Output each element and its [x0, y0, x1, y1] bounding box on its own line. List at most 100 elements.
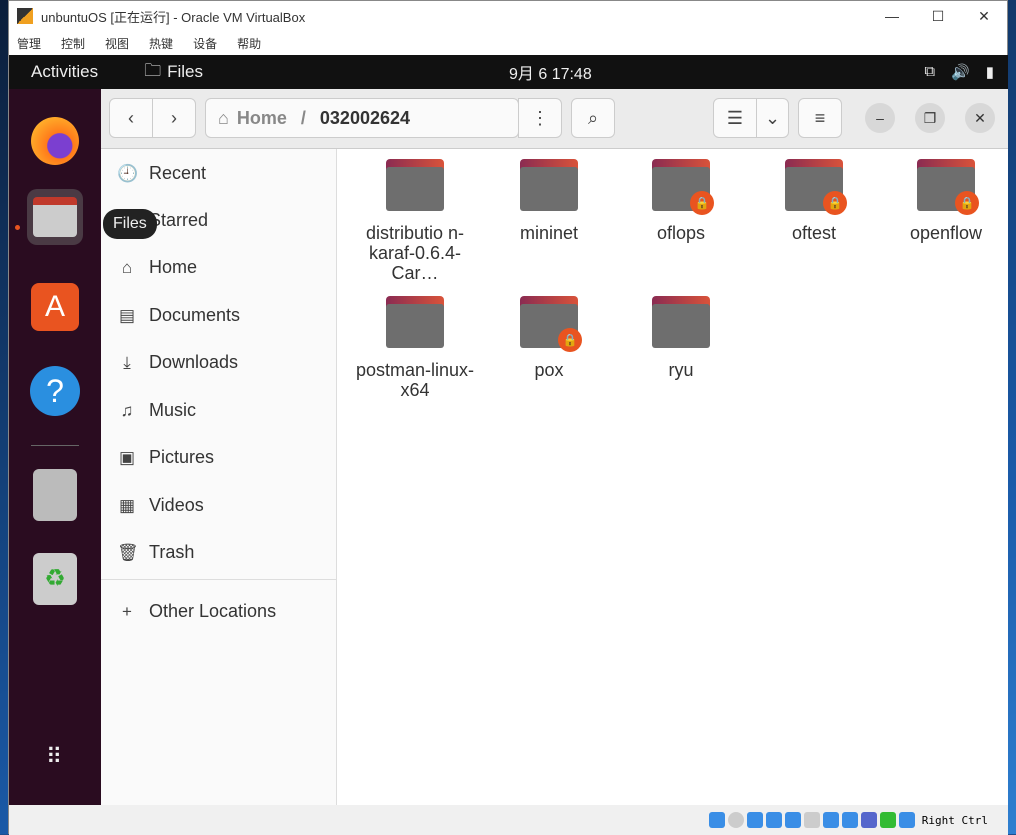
sidebar-item-label: Home: [149, 257, 198, 277]
menu-view[interactable]: 视图: [105, 35, 129, 52]
minimize-button[interactable]: —: [869, 8, 915, 25]
back-button[interactable]: ‹: [109, 98, 153, 138]
folder-item[interactable]: postman-linux-x64: [355, 296, 475, 400]
home-icon: ⌂: [121, 257, 133, 277]
title-bar: unbuntuOS [正在运行] - Oracle VM VirtualBox …: [9, 1, 1007, 31]
folder-item[interactable]: 🔒 oflops: [621, 159, 741, 243]
folder-name: openflow: [909, 223, 983, 243]
clock-icon: 🕘: [117, 163, 139, 183]
disc-icon[interactable]: [27, 467, 83, 523]
menu-help[interactable]: 帮助: [237, 35, 261, 52]
folder-item[interactable]: ryu: [621, 296, 741, 380]
sidebar-item-downloads[interactable]: ⤓ Downloads: [117, 352, 238, 373]
search-icon: ⌕: [587, 107, 599, 128]
sidebar-item-pictures[interactable]: ▣ Pictures: [117, 447, 214, 468]
restore-window-button[interactable]: ❐: [915, 103, 945, 133]
optical-icon[interactable]: [727, 812, 744, 828]
sidebar-item-label: Starred: [149, 210, 209, 230]
sidebar-item-trash[interactable]: 🗑 Trash: [117, 542, 194, 563]
folder-item[interactable]: mininet: [489, 159, 609, 243]
sidebar-divider: [101, 579, 337, 580]
picture-icon: ▣: [118, 447, 136, 467]
menu-devices[interactable]: 设备: [193, 35, 217, 52]
volume-icon: 🔊: [951, 64, 970, 81]
folder-name: ryu: [668, 360, 694, 380]
menu-manage[interactable]: 管理: [17, 35, 41, 52]
minimize-window-button[interactable]: –: [865, 103, 895, 133]
folder-name: postman-linux-x64: [355, 360, 475, 400]
path-home[interactable]: Home: [237, 108, 287, 129]
folder-icon: 🔒: [917, 159, 979, 215]
lock-icon: 🔒: [955, 191, 979, 215]
gnome-top-bar: Activities 🗀 Files 9月 6 17:48 ⧉ 🔊 ▮: [9, 55, 1008, 89]
path-bar[interactable]: ⌂ Home / 032002624: [205, 98, 519, 138]
sidebar-item-home[interactable]: ⌂ Home: [117, 257, 197, 278]
sidebar-item-recent[interactable]: 🕘 Recent: [117, 163, 206, 184]
document-icon: ▤: [118, 305, 136, 325]
main-menu-button[interactable]: ≡: [798, 98, 842, 138]
software-icon[interactable]: A: [27, 279, 83, 335]
lock-icon: 🔒: [690, 191, 714, 215]
download-icon: ⤓: [123, 352, 131, 372]
audio-icon[interactable]: [746, 812, 763, 828]
forward-button[interactable]: ›: [152, 98, 196, 138]
chevron-down-icon: ⌄: [764, 107, 781, 128]
path-current[interactable]: 032002624: [320, 108, 410, 129]
trash-dock-icon[interactable]: ♻: [27, 551, 83, 607]
folder-item[interactable]: distributio n-karaf-0.6.4-Car…: [355, 159, 475, 283]
path-menu-button[interactable]: ⋮: [518, 98, 562, 138]
display-icon[interactable]: [822, 812, 839, 828]
folder-icon: 🔒: [652, 159, 714, 215]
close-window-button[interactable]: ✕: [965, 103, 995, 133]
folder-name: distributio n-karaf-0.6.4-Car…: [365, 223, 465, 283]
folder-item[interactable]: 🔒 oftest: [754, 159, 874, 243]
virtualbox-window: unbuntuOS [正在运行] - Oracle VM VirtualBox …: [8, 0, 1008, 835]
home-icon: ⌂: [218, 107, 229, 128]
list-view-button[interactable]: ☰: [713, 98, 757, 138]
running-indicator: [15, 225, 20, 230]
view-options-button[interactable]: ⌄: [756, 98, 789, 138]
folder-item[interactable]: 🔒 openflow: [886, 159, 1006, 243]
list-icon: ☰: [726, 107, 744, 128]
files-window: ‹ › ⌂ Home / 032002624 ⋮ ⌕ ☰ ⌄ ≡ – ❐ ✕ 🕘…: [101, 89, 1008, 805]
vt-icon[interactable]: [860, 812, 877, 828]
clock[interactable]: 9月 6 17:48: [509, 60, 592, 84]
usb-icon[interactable]: [784, 812, 801, 828]
system-tray[interactable]: ⧉ 🔊 ▮: [924, 63, 994, 81]
dock-separator: [31, 445, 79, 446]
menu-hotkeys[interactable]: 热键: [149, 35, 173, 52]
maximize-button[interactable]: ☐: [915, 8, 961, 25]
folder-icon: [386, 296, 444, 348]
folder-name: oflops: [656, 223, 706, 243]
mouse-integration-icon[interactable]: [898, 812, 915, 828]
firefox-icon[interactable]: [27, 113, 83, 169]
sidebar-item-music[interactable]: ♫ Music: [117, 400, 196, 421]
files-icon[interactable]: [27, 189, 83, 245]
folder-icon: 🔒: [785, 159, 847, 215]
folder-item[interactable]: 🔒 pox: [489, 296, 609, 380]
virtualbox-icon: [17, 8, 33, 24]
sidebar-item-other-locations[interactable]: + Other Locations: [117, 601, 276, 622]
search-button[interactable]: ⌕: [571, 98, 615, 138]
sidebar-item-label: Videos: [149, 495, 204, 515]
sidebar-item-label: Music: [149, 400, 197, 420]
network-status-icon[interactable]: [765, 812, 782, 828]
sidebar-item-videos[interactable]: ▦ Videos: [117, 495, 204, 516]
folder-icon: 🔒: [520, 296, 582, 352]
network-icon: ⧉: [924, 63, 936, 80]
places-sidebar: 🕘Recent★Starred⌂Home▤Documents⤓Downloads…: [101, 149, 337, 805]
hdd-icon[interactable]: [708, 812, 725, 828]
app-menu[interactable]: 🗀 Files: [144, 58, 203, 87]
shared-folder-icon[interactable]: [803, 812, 820, 828]
menu-bar: 管理 控制 视图 热键 设备 帮助: [9, 31, 1007, 55]
lock-icon: 🔒: [558, 328, 582, 352]
show-apps-icon[interactable]: ⠿: [27, 729, 83, 785]
menu-control[interactable]: 控制: [61, 35, 85, 52]
recording-icon[interactable]: [841, 812, 858, 828]
close-button[interactable]: ✕: [961, 8, 1007, 25]
activities-button[interactable]: Activities: [31, 62, 98, 82]
help-icon[interactable]: ?: [27, 363, 83, 419]
guest-additions-icon[interactable]: [879, 812, 896, 828]
app-name: Files: [167, 62, 203, 81]
sidebar-item-documents[interactable]: ▤ Documents: [117, 305, 240, 326]
